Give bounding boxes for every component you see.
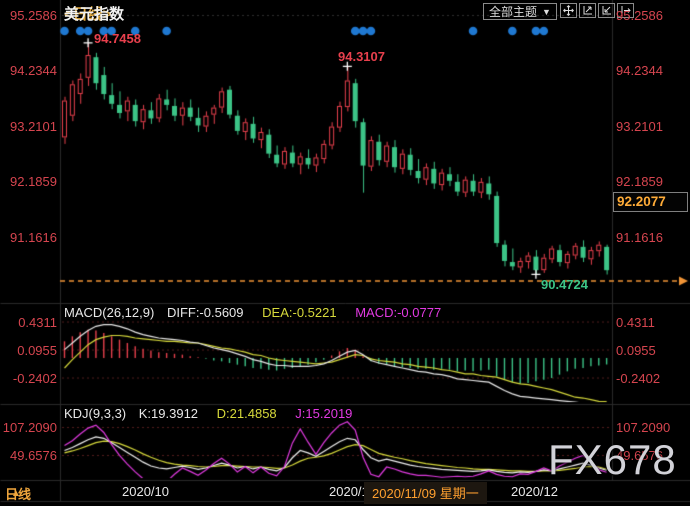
price-axis-tick: 95.2586 bbox=[616, 8, 663, 23]
theme-dropdown-label: 全部主题 bbox=[489, 5, 538, 19]
symbol-name: 美元指数 bbox=[64, 6, 125, 23]
price-axis-tick: 93.2101 bbox=[10, 119, 57, 134]
macd-dea-value: DEA:-0.5221 bbox=[262, 305, 337, 320]
price-axis-tick: 92.1859 bbox=[616, 174, 663, 189]
macd-axis-tick: 0.0955 bbox=[17, 343, 57, 358]
macd-axis-tick: 0.0955 bbox=[616, 343, 656, 358]
kdj-axis-tick: 107.2090 bbox=[616, 420, 671, 435]
high-price-annotation: 94.7458 bbox=[94, 31, 141, 46]
time-axis-label: 2020/10 bbox=[122, 484, 169, 499]
price-axis-tick: 91.1616 bbox=[616, 230, 663, 245]
fx678-watermark: FX678 bbox=[548, 436, 677, 483]
price-axis-tick: 93.2101 bbox=[616, 119, 663, 134]
price-axis-tick: 94.2344 bbox=[10, 63, 57, 78]
kdj-header: KDJ(9,3,3) K:19.3912 D:21.4858 J:15.2019 bbox=[64, 406, 352, 421]
pan-move-icon-button[interactable] bbox=[560, 3, 577, 18]
macd-axis-tick: 0.4311 bbox=[18, 315, 57, 330]
selected-date-badge: 2020/11/09 星期一 bbox=[364, 482, 487, 504]
macd-hist-value: MACD:-0.0777 bbox=[355, 305, 442, 320]
theme-dropdown-button[interactable]: 全部主题 ▼ bbox=[483, 3, 557, 20]
low-price-annotation: 90.4724 bbox=[541, 277, 588, 292]
kdj-j-value: J:15.2019 bbox=[295, 406, 353, 421]
axis-expand-icon-button[interactable] bbox=[579, 3, 596, 18]
kdj-axis-tick: 107.2090 bbox=[2, 420, 57, 435]
price-axis-tick: 95.2586 bbox=[10, 8, 57, 23]
price-axis-tick: 91.1616 bbox=[10, 230, 57, 245]
macd-axis-tick: -0.2402 bbox=[12, 371, 57, 386]
period-selector-button[interactable]: 日线 ▲ bbox=[5, 484, 31, 502]
chart-canvas[interactable] bbox=[0, 0, 690, 506]
macd-axis-tick: 0.4311 bbox=[616, 315, 655, 330]
macd-axis-tick: -0.2402 bbox=[616, 371, 661, 386]
time-axis-label: 2020/12 bbox=[511, 484, 558, 499]
axis-compress-icon-button[interactable] bbox=[598, 3, 615, 18]
pan-move-icon bbox=[563, 5, 574, 16]
price-axis-tick: 94.2344 bbox=[616, 63, 663, 78]
macd-header: MACD(26,12,9) DIFF:-0.5609 DEA:-0.5221 M… bbox=[64, 305, 441, 320]
trading-chart-window: 美元指数 <日线> 全部主题 ▼ 95.2586 94.2344 93.2101 … bbox=[0, 0, 690, 506]
axis-compress-icon bbox=[602, 6, 611, 15]
high-price-annotation: 94.3107 bbox=[338, 49, 385, 64]
axis-expand-icon bbox=[583, 6, 592, 15]
period-label: 日线 bbox=[5, 487, 32, 502]
page-title: 美元指数 <日线> bbox=[64, 3, 124, 24]
kdj-axis-tick: 49.6576 bbox=[10, 448, 57, 463]
kdj-title: KDJ(9,3,3) bbox=[64, 406, 127, 421]
kdj-d-value: D:21.4858 bbox=[216, 406, 277, 421]
price-axis-tick: 92.1859 bbox=[10, 174, 57, 189]
current-price-badge: 92.2077 bbox=[613, 192, 688, 212]
kdj-k-value: K:19.3912 bbox=[138, 406, 199, 421]
macd-title: MACD(26,12,9) bbox=[64, 305, 155, 320]
macd-diff-value: DIFF:-0.5609 bbox=[166, 305, 244, 320]
chevron-down-icon: ▼ bbox=[542, 6, 551, 17]
